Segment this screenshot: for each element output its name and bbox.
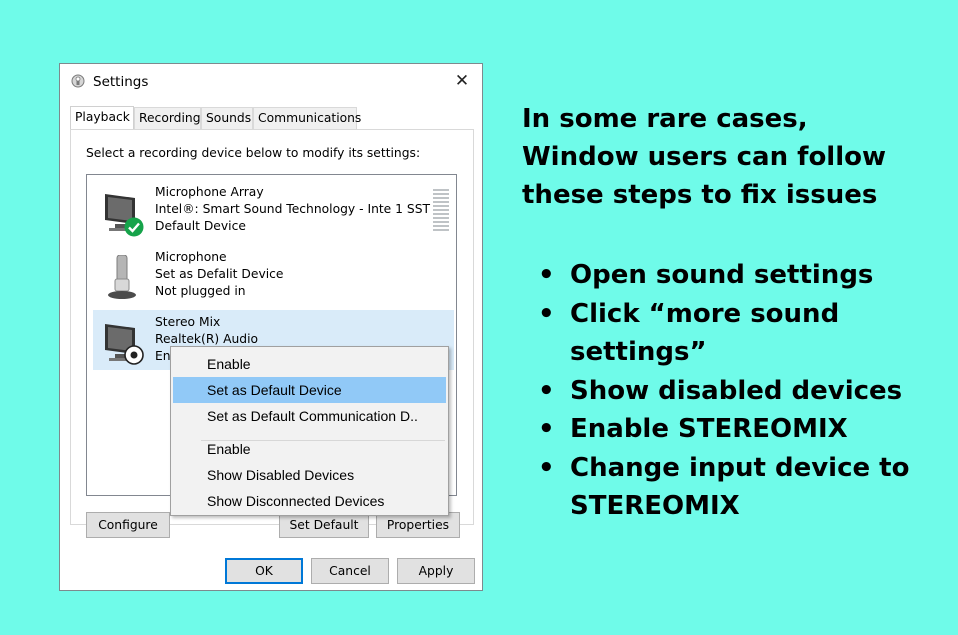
tab-recording[interactable]: Recording [134, 107, 201, 129]
configure-button[interactable]: Configure [86, 512, 170, 538]
menu-item-enable[interactable]: Enable [173, 351, 446, 377]
device-detail: Realtek(R) Audio [155, 332, 259, 346]
microphone-icon [108, 255, 136, 299]
bullet-icon: • [538, 298, 555, 329]
device-name: Microphone [155, 250, 227, 264]
window-title: Settings [93, 74, 149, 90]
step-text: Show disabled devices [570, 375, 903, 406]
menu-item-show-disconnected-devices[interactable]: Show Disconnected Devices [173, 488, 446, 514]
menu-item-show-disabled-devices[interactable]: Show Disabled Devices [173, 462, 446, 488]
menu-item-set-default-device[interactable]: Set as Default Device [173, 377, 446, 403]
tab-playback[interactable]: Playback [70, 106, 134, 130]
close-button[interactable]: ✕ [450, 70, 474, 92]
device-status: Default Device [155, 219, 246, 233]
step-text: Change input device to STEREOMIX [570, 452, 910, 522]
device-name: Microphone Array [155, 185, 264, 199]
step-text: Click “more sound settings” [570, 298, 840, 368]
menu-item-set-default-communication-device[interactable]: Set as Default Communication D.. [173, 403, 446, 429]
step-item: • Show disabled devices [536, 372, 946, 411]
device-item-microphone-array[interactable]: Microphone Array Intel®: Smart Sound Tec… [93, 180, 454, 240]
title-bar: Settings ✕ [60, 64, 482, 98]
caption-text: In some rare cases, Window users can fol… [522, 100, 942, 214]
steps-list: • Open sound settings • Click “more sound … [536, 256, 946, 526]
level-meter [433, 189, 449, 233]
green-check-badge-icon [124, 217, 144, 237]
bullet-icon: • [538, 452, 555, 483]
bullet-icon: • [538, 260, 555, 290]
step-text: Open sound settings [570, 260, 874, 290]
speaker-settings-icon [71, 74, 85, 88]
bullet-icon: • [538, 414, 555, 444]
tab-sounds[interactable]: Sounds [201, 107, 253, 129]
instruction-text: Select a recording device below to modif… [86, 146, 421, 160]
caption-line: these steps to fix issues [522, 180, 878, 210]
menu-item-enable-2[interactable]: Enable [173, 436, 446, 462]
ok-button[interactable]: OK [225, 558, 303, 584]
caption-line: Window users can follow [522, 142, 887, 172]
step-item: • Click “more sound settings” [536, 295, 946, 372]
step-item: • Open sound settings [536, 256, 946, 295]
device-item-microphone[interactable]: Microphone Set as Defalit Device Not plu… [93, 245, 454, 305]
device-name: Stereo Mix [155, 315, 221, 329]
step-item: • Enable STEREOMIX [536, 410, 946, 449]
caption-line: In some rare cases, [522, 104, 808, 134]
step-item: • Change input device to STEREOMIX [536, 449, 946, 526]
device-status: Not plugged in [155, 284, 246, 298]
bullet-icon: • [538, 375, 555, 406]
context-menu: Enable Set as Default Device Set as Defa… [170, 346, 449, 516]
device-status: En [155, 349, 171, 363]
tab-communications[interactable]: Communications [253, 107, 361, 129]
apply-button[interactable]: Apply [397, 558, 475, 584]
cancel-button[interactable]: Cancel [311, 558, 389, 584]
device-detail: Intel®: Smart Sound Technology - Inte 1 … [155, 202, 431, 216]
step-text: Enable STEREOMIX [570, 414, 848, 444]
disabled-badge-icon [124, 345, 144, 365]
device-detail: Set as Defalit Device [155, 267, 284, 281]
